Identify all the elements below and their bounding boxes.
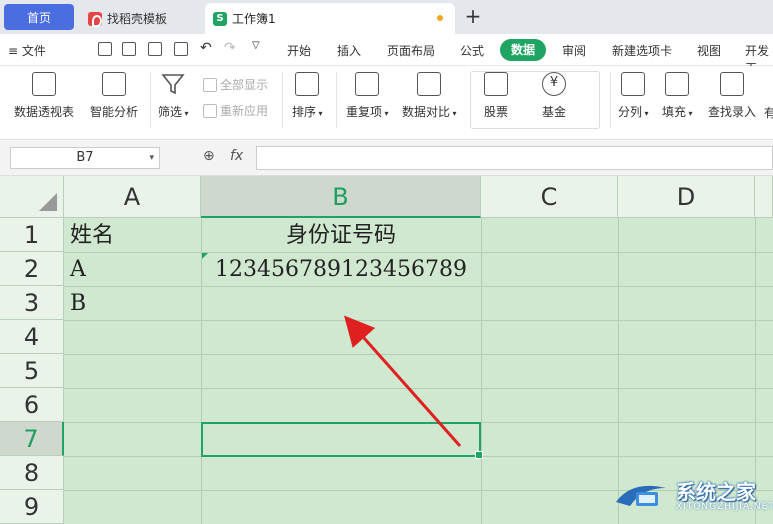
ribbon-divider: [610, 72, 611, 128]
ribbon-overflow-label: 有: [764, 106, 773, 120]
duplicates-button[interactable]: 重复项 ▾: [346, 72, 389, 120]
show-all-label: 全部显示: [220, 78, 269, 92]
show-all-button[interactable]: 全部显示: [203, 76, 268, 93]
name-box[interactable]: B7 ▾: [10, 147, 160, 169]
stock-button[interactable]: 股票: [484, 72, 508, 120]
sort-button[interactable]: 排序 ▾: [292, 72, 323, 120]
tab-workbook[interactable]: S 工作簿1: [205, 3, 455, 34]
formula-bar: B7 ▾ ⊕ fx: [0, 140, 773, 176]
pivot-table-label: 数据透视表: [14, 105, 75, 119]
redo-icon[interactable]: ↷: [224, 40, 236, 56]
spreadsheet-icon: S: [213, 11, 227, 26]
reapply-button[interactable]: 重新应用: [203, 102, 268, 119]
ribbon: 数据透视表 智能分析 筛选 ▾ 全部显示 重新应用 排序 ▾ 重复项 ▾ 数据对…: [0, 66, 773, 140]
filter-label: 筛选 ▾: [158, 105, 189, 119]
menu-start[interactable]: 开始: [287, 42, 311, 59]
chevron-down-icon[interactable]: ▾: [149, 148, 154, 168]
fund-label: 基金: [542, 105, 567, 119]
menu-formula[interactable]: 公式: [460, 42, 484, 59]
pivot-table-button[interactable]: 数据透视表: [14, 72, 74, 120]
lookup-entry-icon: [720, 72, 744, 96]
menu-page-layout[interactable]: 页面布局: [387, 42, 435, 59]
data-compare-label: 数据对比 ▾: [402, 105, 457, 119]
tab-bar: 首页 找稻壳模板 S 工作簿1 +: [0, 0, 773, 34]
filter-button[interactable]: 筛选 ▾: [158, 72, 189, 120]
tab-template-label: 找稻壳模板: [107, 12, 168, 26]
menu-data[interactable]: 数据: [500, 39, 546, 61]
fill-down-icon: [665, 72, 690, 96]
watermark-logo-icon: [616, 485, 666, 506]
file-menu[interactable]: ≡ 文件: [8, 42, 46, 59]
spreadsheet-grid: A B C D 1 2 3 4 5 6 7 8 9 姓名 身份证号码 A 123…: [0, 176, 773, 524]
reapply-icon: [203, 103, 217, 118]
duplicates-label: 重复项 ▾: [346, 105, 389, 119]
tab-workbook-label: 工作簿1: [232, 12, 276, 26]
watermark-subtitle: XITONGZHIJIA.NET: [676, 502, 773, 512]
tab-template[interactable]: 找稻壳模板: [80, 3, 202, 34]
function-icon[interactable]: fx: [230, 148, 243, 164]
undo-icon[interactable]: ↶: [200, 40, 212, 56]
quick-access-dropdown-icon[interactable]: ▽: [252, 40, 260, 51]
stock-label: 股票: [484, 105, 509, 119]
zoom-icon[interactable]: ⊕: [203, 148, 215, 164]
menu-bar: ≡ 文件 ↶ ↷ ▽ 开始 插入 页面布局 公式 数据 审阅 新建选项卡 视图 …: [0, 34, 773, 75]
menu-insert[interactable]: 插入: [337, 42, 361, 59]
formula-input[interactable]: [256, 146, 773, 170]
unsaved-dot-icon: [437, 15, 443, 21]
fill-label: 填充 ▾: [662, 105, 693, 119]
ribbon-divider: [282, 72, 283, 128]
sort-icon: [295, 72, 320, 96]
split-column-button[interactable]: 分列 ▾: [618, 72, 649, 120]
duplicates-icon: [355, 72, 380, 96]
stock-chart-icon: [484, 72, 508, 96]
watermark: 系统之家 XITONGZHIJIA.NET: [612, 470, 773, 524]
export-icon[interactable]: [122, 42, 136, 56]
show-all-icon: [203, 77, 217, 92]
ribbon-divider: [336, 72, 337, 128]
tab-home[interactable]: 首页: [4, 4, 74, 30]
new-tab-button[interactable]: +: [462, 6, 484, 28]
name-box-value: B7: [76, 150, 94, 165]
sort-label: 排序 ▾: [292, 105, 323, 119]
ribbon-divider: [150, 72, 151, 128]
lookup-entry-button[interactable]: 查找录入: [708, 72, 756, 120]
fill-button[interactable]: 填充 ▾: [662, 72, 693, 120]
lookup-entry-label: 查找录入: [708, 105, 757, 119]
pivot-table-icon: [32, 72, 56, 96]
fund-button[interactable]: ¥ 基金: [542, 72, 566, 120]
save-icon[interactable]: [98, 42, 112, 56]
smart-analysis-label: 智能分析: [90, 105, 139, 119]
yen-icon: ¥: [542, 72, 566, 96]
smart-analysis-icon: [102, 72, 126, 96]
smart-analysis-button[interactable]: 智能分析: [90, 72, 138, 120]
filter-icon: [161, 72, 185, 96]
menu-review[interactable]: 审阅: [562, 42, 586, 59]
data-compare-button[interactable]: 数据对比 ▾: [402, 72, 457, 120]
menu-view[interactable]: 视图: [697, 42, 721, 59]
split-column-icon: [621, 72, 646, 96]
docer-icon: [88, 11, 102, 27]
data-compare-icon: [417, 72, 442, 96]
watermark-title: 系统之家: [676, 480, 756, 504]
split-column-label: 分列 ▾: [618, 105, 649, 119]
reapply-label: 重新应用: [220, 104, 269, 118]
menu-new-tab[interactable]: 新建选项卡: [612, 42, 672, 59]
print-preview-icon[interactable]: [174, 42, 188, 56]
print-icon[interactable]: [148, 42, 162, 56]
